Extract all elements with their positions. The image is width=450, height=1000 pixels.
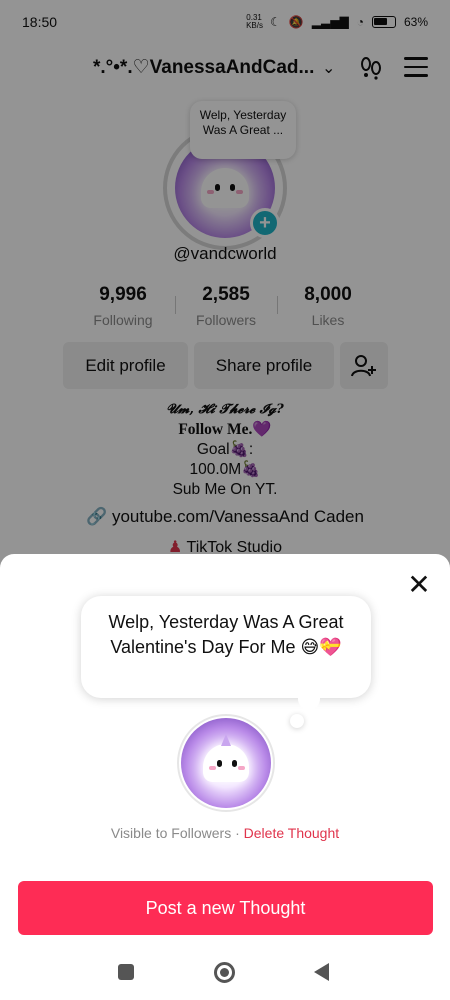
delete-thought-link[interactable]: Delete Thought (244, 825, 339, 841)
thought-bubble: Welp, Yesterday Was A Great Valentine's … (81, 596, 371, 698)
recent-apps-icon[interactable] (118, 964, 134, 980)
close-icon[interactable]: ✕ (405, 571, 433, 600)
home-icon[interactable] (214, 962, 235, 983)
post-new-thought-button[interactable]: Post a new Thought (18, 881, 433, 935)
back-icon[interactable] (314, 963, 329, 981)
ghost-avatar-image (203, 734, 249, 782)
thought-sheet: ✕ Welp, Yesterday Was A Great Valentine'… (0, 554, 450, 1000)
bubble-tail-dot (290, 714, 304, 728)
bubble-tail (298, 696, 320, 710)
visibility-label: Visible to Followers · (110, 825, 244, 841)
system-nav-bar (0, 952, 450, 1000)
visibility-line: Visible to Followers · Delete Thought (0, 825, 450, 841)
thought-avatar (177, 714, 275, 812)
